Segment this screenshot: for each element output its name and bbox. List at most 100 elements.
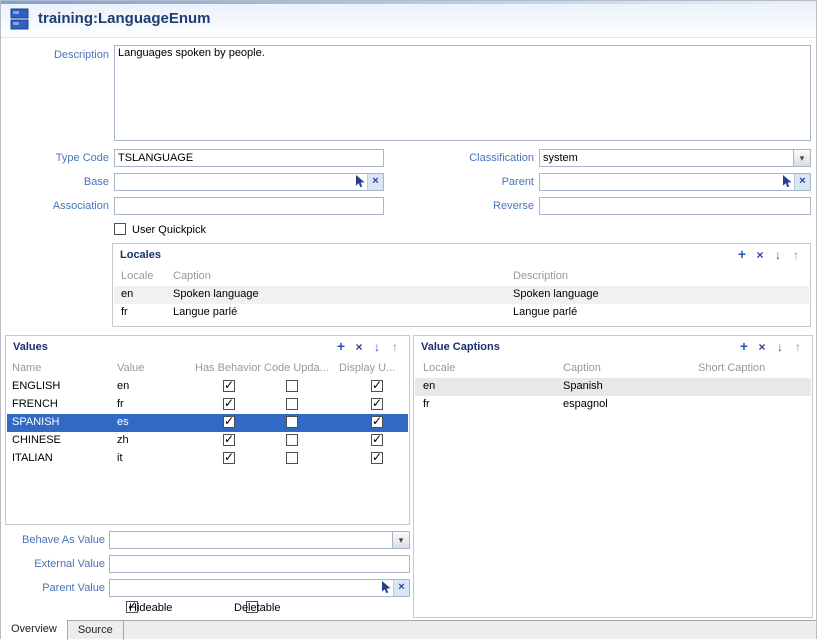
cell-description: Spoken language — [513, 288, 599, 300]
editor-header: training:LanguageEnum — [1, 1, 816, 38]
behave-as-value-select[interactable]: ▾ — [109, 531, 410, 549]
add-icon[interactable]: + — [332, 339, 350, 355]
classification-label: Classification — [426, 152, 534, 164]
behave-as-value — [110, 532, 392, 548]
column-header: Locale — [121, 270, 153, 282]
cell-locale: fr — [423, 398, 430, 410]
display-update-checkbox[interactable] — [371, 380, 383, 392]
header-gradient-strip — [1, 1, 816, 4]
description-label: Description — [1, 49, 109, 61]
chevron-down-icon[interactable]: ▾ — [793, 150, 810, 166]
cell-caption: Langue parlé — [173, 306, 237, 318]
picker-arrow-icon[interactable] — [352, 175, 367, 190]
display-update-checkbox[interactable] — [371, 398, 383, 410]
cell-caption: Spanish — [563, 380, 603, 392]
values-table-header: Name Value Has Behavior Code Upda... Dis… — [7, 362, 408, 378]
cell-name: FRENCH — [12, 398, 58, 410]
reverse-label: Reverse — [426, 200, 534, 212]
parent-input[interactable] — [540, 175, 779, 189]
value-captions-table-header: Locale Caption Short Caption — [415, 362, 811, 378]
cell-value: en — [117, 380, 129, 392]
move-down-icon[interactable]: ↓ — [368, 339, 386, 355]
has-behavior-checkbox[interactable] — [223, 416, 235, 428]
add-icon[interactable]: + — [733, 247, 751, 263]
code-update-checkbox[interactable] — [286, 416, 298, 428]
column-header: Code Upda... — [264, 362, 329, 374]
has-behavior-checkbox[interactable] — [223, 452, 235, 464]
value-captions-title: Value Captions — [421, 341, 500, 353]
move-up-icon[interactable]: ↑ — [789, 339, 807, 355]
move-up-icon[interactable]: ↑ — [386, 339, 404, 355]
code-update-checkbox[interactable] — [286, 398, 298, 410]
cell-caption: Spoken language — [173, 288, 259, 300]
cell-caption: espagnol — [563, 398, 608, 410]
values-row[interactable]: CHINESE zh — [7, 432, 408, 450]
clear-icon[interactable]: × — [794, 174, 810, 190]
column-header: Name — [12, 362, 41, 374]
locale-row[interactable]: en Spoken language Spoken language — [114, 286, 809, 304]
cell-value: it — [117, 452, 123, 464]
move-up-icon[interactable]: ↑ — [787, 247, 805, 263]
delete-icon[interactable]: × — [751, 247, 769, 263]
base-input[interactable] — [115, 175, 352, 189]
base-field: × — [114, 173, 384, 191]
has-behavior-checkbox[interactable] — [223, 398, 235, 410]
tab-overview[interactable]: Overview — [1, 620, 68, 640]
picker-arrow-icon[interactable] — [378, 581, 393, 596]
values-row[interactable]: FRENCH fr — [7, 396, 408, 414]
delete-icon[interactable]: × — [350, 339, 368, 355]
clear-icon[interactable]: × — [367, 174, 383, 190]
move-down-icon[interactable]: ↓ — [769, 247, 787, 263]
locales-toolbar: + × ↓ ↑ — [733, 247, 805, 263]
display-update-checkbox[interactable] — [371, 452, 383, 464]
values-section: Values + × ↓ ↑ Name Value Has Behavior C… — [5, 335, 410, 525]
description-input[interactable]: Languages spoken by people. — [114, 45, 811, 141]
chevron-down-icon[interactable]: ▾ — [392, 532, 409, 548]
type-code-label: Type Code — [1, 152, 109, 164]
values-row[interactable]: SPANISH es — [7, 414, 408, 432]
parent-value-input[interactable] — [110, 581, 378, 595]
association-label: Association — [1, 200, 109, 212]
cell-description: Langue parlé — [513, 306, 577, 318]
editor-tab-bar: Overview Source — [1, 620, 816, 639]
parent-value-field: × — [109, 579, 410, 597]
display-update-checkbox[interactable] — [371, 434, 383, 446]
hideable-label: Hideable — [129, 602, 172, 614]
add-icon[interactable]: + — [735, 339, 753, 355]
delete-icon[interactable]: × — [753, 339, 771, 355]
locale-row[interactable]: fr Langue parlé Langue parlé — [114, 304, 809, 322]
values-row[interactable]: ENGLISH en — [7, 378, 408, 396]
column-header: Display U... — [339, 362, 395, 374]
external-value-input[interactable] — [109, 555, 410, 573]
locales-table-header: Locale Caption Description — [114, 270, 809, 286]
value-caption-row[interactable]: en Spanish — [415, 378, 811, 396]
reverse-input[interactable] — [539, 197, 811, 215]
picker-arrow-icon[interactable] — [779, 175, 794, 190]
code-update-checkbox[interactable] — [286, 380, 298, 392]
has-behavior-checkbox[interactable] — [223, 434, 235, 446]
type-code-input[interactable] — [114, 149, 384, 167]
has-behavior-checkbox[interactable] — [223, 380, 235, 392]
locales-title: Locales — [120, 249, 161, 261]
display-update-checkbox[interactable] — [371, 416, 383, 428]
move-down-icon[interactable]: ↓ — [771, 339, 789, 355]
values-row[interactable]: ITALIAN it — [7, 450, 408, 468]
classification-value: system — [540, 150, 793, 166]
value-caption-row[interactable]: fr espagnol — [415, 396, 811, 414]
cell-locale: en — [423, 380, 435, 392]
cell-name: SPANISH — [12, 416, 59, 428]
code-update-checkbox[interactable] — [286, 452, 298, 464]
enum-type-icon — [10, 8, 31, 34]
column-header: Has Behavior — [195, 362, 261, 374]
classification-select[interactable]: system ▾ — [539, 149, 811, 167]
column-header: Value — [117, 362, 144, 374]
clear-icon[interactable]: × — [393, 580, 409, 596]
cell-value: zh — [117, 434, 129, 446]
cell-name: ITALIAN — [12, 452, 53, 464]
locales-section: Locales + × ↓ ↑ Locale Caption Descripti… — [112, 243, 811, 327]
tab-source[interactable]: Source — [68, 621, 124, 640]
base-label: Base — [1, 176, 109, 188]
code-update-checkbox[interactable] — [286, 434, 298, 446]
user-quickpick-checkbox[interactable] — [114, 223, 126, 235]
association-input[interactable] — [114, 197, 384, 215]
